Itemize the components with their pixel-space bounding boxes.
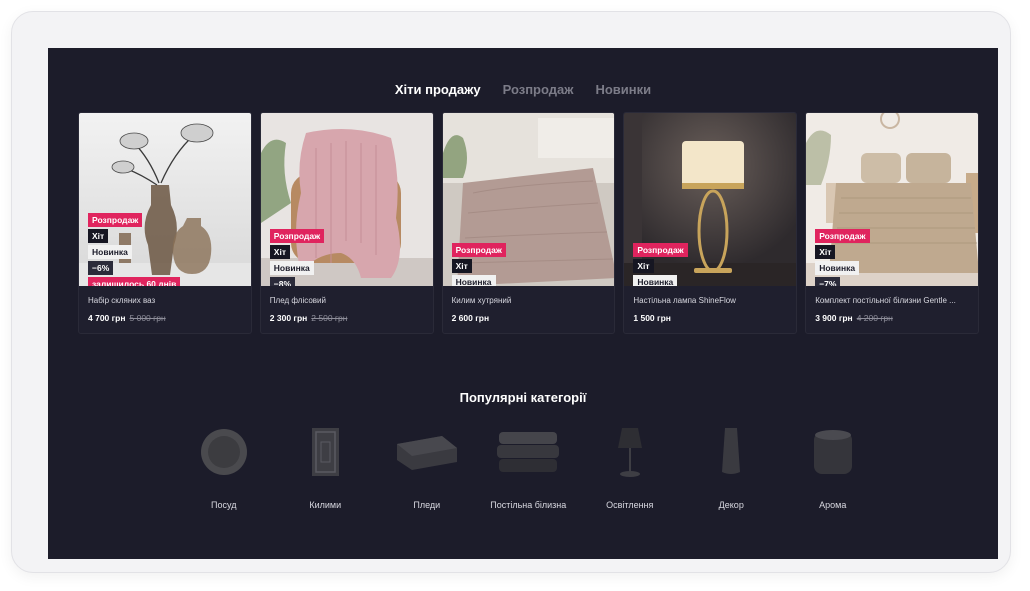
sale-badge: Розпродаж	[815, 229, 870, 243]
category-label: Килими	[309, 500, 342, 510]
hit-badge: Хіт	[633, 259, 654, 273]
product-prices: 4 700 грн 5 000 грн	[88, 313, 166, 323]
product-price: 4 700 грн	[88, 313, 126, 323]
new-badge: Новинка	[269, 261, 314, 275]
product-name[interactable]: Набір скляних ваз	[88, 296, 246, 305]
product-image: Розпродаж Хіт Новинка −7%	[806, 113, 978, 286]
sale-badge: Розпродаж	[451, 243, 506, 257]
category-item-aroma[interactable]: Арома	[782, 426, 884, 510]
hit-badge: Хіт	[815, 245, 836, 259]
discount-badge: −6%	[88, 261, 114, 275]
product-old-price: 4 200 грн	[856, 313, 893, 323]
hit-badge: Хіт	[88, 229, 109, 243]
category-item-bedding[interactable]: Постільна білизна	[478, 426, 580, 510]
lamp-icon	[598, 426, 662, 478]
product-price: 2 600 грн	[451, 313, 490, 323]
plate-icon	[192, 426, 256, 478]
sale-badge: Розпродаж	[88, 213, 143, 227]
new-badge: Новинка	[451, 275, 496, 286]
product-prices: 1 500 грн	[633, 313, 671, 323]
candle-icon	[801, 426, 865, 478]
category-label: Освітлення	[606, 500, 654, 510]
product-name[interactable]: Комплект постільної білизни Gentle ...	[815, 296, 973, 305]
time-left-badge: залишилось 60 днів	[88, 277, 181, 286]
sale-badge: Розпродаж	[633, 243, 688, 257]
product-price: 2 300 грн	[269, 313, 308, 323]
sale-badge: Розпродаж	[269, 229, 325, 243]
category-item-dishes[interactable]: Посуд	[173, 426, 275, 510]
product-prices: 2 300 грн 2 500 грн	[270, 313, 348, 323]
product-price: 1 500 грн	[633, 313, 671, 323]
product-old-price: 5 000 грн	[129, 313, 166, 323]
category-label: Пледи	[413, 500, 441, 510]
product-tabs: Хіти продажу Розпродаж Новинки	[48, 82, 998, 97]
category-label: Декор	[718, 500, 744, 510]
new-badge: Новинка	[633, 275, 678, 286]
hit-badge: Хіт	[269, 245, 290, 259]
store-section: Хіти продажу Розпродаж Новинки Розпродаж…	[48, 48, 998, 559]
category-item-lighting[interactable]: Освітлення	[579, 426, 681, 510]
product-prices: 2 600 грн	[452, 313, 490, 323]
product-image: Розпродаж Хіт Новинка	[624, 113, 797, 286]
product-name[interactable]: Килим хутряний	[452, 296, 610, 305]
hit-badge: Хіт	[451, 259, 472, 273]
category-item-rugs[interactable]: Килими	[275, 426, 377, 510]
device-frame: Хіти продажу Розпродаж Новинки Розпродаж…	[11, 11, 1011, 573]
category-item-blankets[interactable]: Пледи	[376, 426, 478, 510]
rug-icon	[293, 426, 357, 478]
product-old-price: 2 500 грн	[311, 313, 348, 323]
discount-badge: −8%	[269, 277, 296, 286]
product-prices: 3 900 грн 4 200 грн	[815, 313, 893, 323]
product-card[interactable]: Розпродаж Хіт Новинка Настільна лампа Sh…	[623, 112, 798, 334]
category-label: Постільна білизна	[490, 500, 567, 510]
product-name[interactable]: Плед флісовий	[270, 296, 428, 305]
category-item-decor[interactable]: Декор	[681, 426, 783, 510]
product-image: Розпродаж Хіт Новинка	[442, 113, 615, 286]
vase-icon	[699, 426, 763, 478]
tab-sale[interactable]: Розпродаж	[503, 82, 574, 97]
category-label: Арома	[819, 500, 847, 510]
tab-new[interactable]: Новинки	[595, 82, 651, 97]
categories-title: Популярні категорії	[459, 390, 587, 405]
product-card[interactable]: Розпродаж Хіт Новинка −6% залишилось 60 …	[78, 112, 252, 334]
discount-badge: −7%	[815, 277, 841, 286]
tab-bestsellers[interactable]: Хіти продажу	[395, 82, 481, 97]
product-image: Розпродаж Хіт Новинка −8%	[260, 113, 433, 286]
product-image: Розпродаж Хіт Новинка −6% залишилось 60 …	[79, 113, 251, 286]
product-price: 3 900 грн	[815, 313, 853, 323]
new-badge: Новинка	[815, 261, 860, 275]
product-card[interactable]: Розпродаж Хіт Новинка −8% Плед флісовий …	[259, 112, 434, 334]
bedding-icon	[496, 426, 560, 478]
product-name[interactable]: Настільна лампа ShineFlow	[633, 296, 791, 305]
new-badge: Новинка	[88, 245, 132, 259]
product-list: Розпродаж Хіт Новинка −6% залишилось 60 …	[78, 112, 979, 334]
category-label: Посуд	[211, 500, 237, 510]
product-card[interactable]: Розпродаж Хіт Новинка −7% Комплект пості…	[805, 112, 979, 334]
blanket-icon	[395, 426, 459, 478]
category-list: Посуд Килими Пледи Постільна білизна Осв…	[173, 426, 884, 510]
product-card[interactable]: Розпродаж Хіт Новинка Килим хутряний 2 6…	[441, 112, 616, 334]
